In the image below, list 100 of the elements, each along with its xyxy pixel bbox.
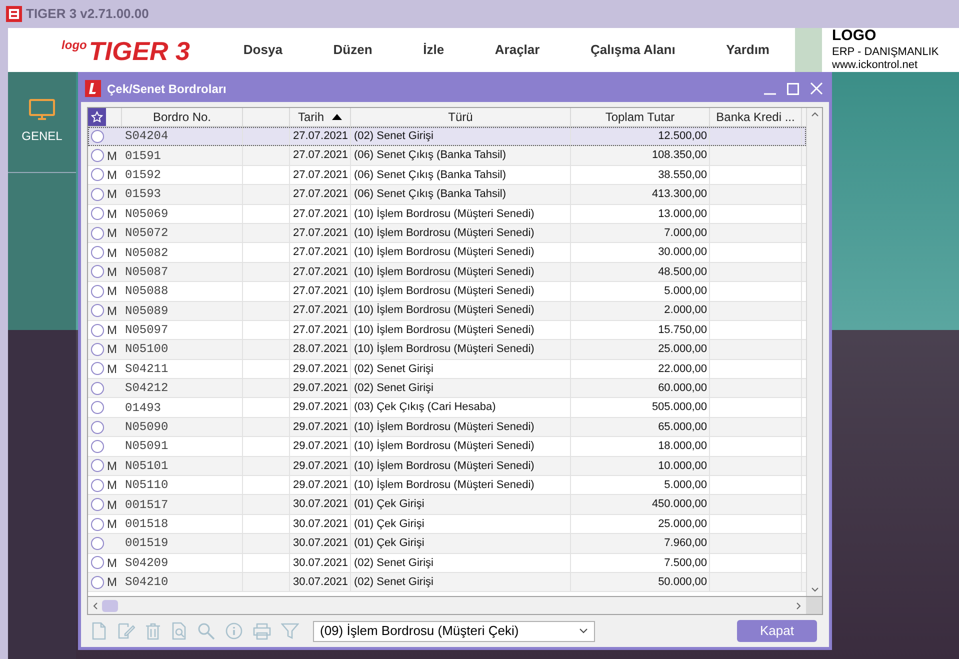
table-cell-text: 27.07.2021 [293, 148, 348, 164]
table-row[interactable]: M 001518 30.07.2021 (01) Çek Girişi 25.000,00 [88, 514, 806, 534]
table-row[interactable]: S04212 29.07.2021 (02) Senet Girişi 60.000,00 [88, 379, 806, 398]
row-checkbox[interactable] [90, 304, 104, 318]
row-checkbox[interactable] [90, 440, 104, 453]
table-cell-text: (10) İşlem Bordrosu (Müşteri Senedi) [354, 478, 534, 493]
row-checkbox[interactable] [90, 149, 104, 162]
table-row[interactable]: M N05072 27.07.2021 (10) İşlem Bordrosu (Müşteri Senedi) 7.000,00 [88, 224, 806, 244]
menu-item[interactable]: İzle [423, 40, 444, 60]
row-checkbox[interactable] [90, 246, 104, 260]
table-cell-text: 5.000,00 [664, 478, 707, 493]
table-cell-text: M [107, 206, 117, 223]
table-cell-text: N05110 [125, 477, 168, 494]
dialog-app-icon [85, 80, 101, 97]
table-row[interactable]: M 01592 27.07.2021 (06) Senet Çıkış (Banka Tahsil) 38.550,00 [88, 166, 806, 186]
column-header[interactable]: Bordro No. [122, 108, 243, 126]
table-row[interactable]: M N05088 27.07.2021 (10) İşlem Bordrosu (Müşteri Senedi) 5.000,00 [88, 282, 806, 302]
table-row[interactable]: M N05110 29.07.2021 (10) İşlem Bordrosu (Müşteri Senedi) 5.000,00 [88, 476, 806, 496]
table-row[interactable]: N05090 29.07.2021 (10) İşlem Bordrosu (Müşteri Senedi) 65.000,00 [88, 418, 806, 438]
table-cell-text: M [107, 458, 117, 475]
scroll-up-icon[interactable] [810, 111, 818, 117]
table-row[interactable]: S04204 27.07.2021 (02) Senet Girişi 12.500,00 [88, 127, 806, 146]
row-checkbox[interactable] [90, 518, 104, 530]
table-cell-text: 30.07.2021 [293, 556, 348, 571]
table-row[interactable]: 01493 29.07.2021 (03) Çek Çıkış (Cari Hesaba) 505.000,00 [88, 398, 806, 418]
preview-icon[interactable] [171, 622, 187, 640]
column-header[interactable]: Banka Kredi ... [710, 108, 802, 126]
search-icon[interactable] [197, 622, 215, 640]
row-checkbox[interactable] [90, 382, 104, 395]
scroll-left-icon[interactable] [92, 602, 98, 610]
type-dropdown[interactable]: (09) İşlem Bordrosu (Müşteri Çeki) [313, 620, 595, 642]
table-cell-text: 001519 [125, 535, 168, 552]
column-header[interactable]: Tarih [290, 108, 351, 126]
table-row[interactable]: M N05069 27.07.2021 (10) İşlem Bordrosu (Müşteri Senedi) 13.000,00 [88, 204, 806, 224]
row-checkbox[interactable] [90, 498, 104, 512]
table-cell-text: M [107, 302, 117, 320]
table-cell-text: 2.000,00 [664, 303, 707, 318]
delete-icon[interactable] [145, 622, 161, 640]
table-row[interactable]: N05091 29.07.2021 (10) İşlem Bordrosu (Müşteri Senedi) 18.000,00 [88, 437, 806, 457]
table-cell-text: N05082 [125, 244, 168, 262]
table-row[interactable]: M 001517 30.07.2021 (01) Çek Girişi 450.000,00 [88, 495, 806, 515]
table-row[interactable]: 001519 30.07.2021 (01) Çek Girişi 7.960,00 [88, 534, 806, 554]
new-document-icon[interactable] [91, 622, 107, 640]
table-cell-text: M [107, 477, 117, 494]
table-row[interactable]: M S04211 29.07.2021 (02) Senet Girişi 22.000,00 [88, 360, 806, 380]
row-checkbox[interactable] [90, 207, 104, 220]
row-checkbox[interactable] [90, 188, 104, 201]
row-checkbox[interactable] [90, 401, 104, 414]
scroll-right-icon[interactable] [796, 602, 802, 610]
table-row[interactable]: M N05089 27.07.2021 (10) İşlem Bordrosu (Müşteri Senedi) 2.000,00 [88, 302, 806, 321]
filter-icon[interactable] [281, 622, 299, 640]
row-checkbox[interactable] [90, 459, 104, 472]
row-checkbox[interactable] [90, 284, 104, 298]
table-row[interactable]: M S04209 30.07.2021 (02) Senet Girişi 7.500,00 [88, 554, 806, 573]
row-checkbox[interactable] [90, 265, 104, 278]
print-icon[interactable] [253, 622, 271, 640]
star-icon [91, 111, 103, 123]
menu-item[interactable]: Çalışma Alanı [590, 40, 676, 60]
row-checkbox[interactable] [90, 536, 104, 550]
table-row[interactable]: M 01593 27.07.2021 (06) Senet Çıkış (Banka Tahsil) 413.300,00 [88, 185, 806, 205]
info-icon[interactable] [225, 622, 243, 640]
scroll-down-icon[interactable] [810, 587, 818, 593]
row-checkbox[interactable] [90, 342, 104, 356]
column-header[interactable]: Toplam Tutar [571, 108, 710, 126]
row-checkbox[interactable] [90, 576, 104, 589]
table-row[interactable]: M N05100 28.07.2021 (10) İşlem Bordrosu (Müşteri Senedi) 25.000,00 [88, 340, 806, 360]
table-cell-text: 27.07.2021 [293, 226, 348, 241]
column-header[interactable]: Türü [351, 108, 571, 126]
table-cell-text: 28.07.2021 [293, 342, 348, 358]
row-checkbox[interactable] [90, 362, 104, 376]
row-checkbox[interactable] [90, 478, 104, 492]
row-checkbox[interactable] [90, 556, 104, 570]
table-row[interactable]: M N05097 27.07.2021 (10) İşlem Bordrosu (Müşteri Senedi) 15.750,00 [88, 320, 806, 340]
table-cell-text: 29.07.2021 [293, 400, 348, 416]
company-website: www.ickontrol.net [832, 59, 919, 74]
row-checkbox[interactable] [90, 324, 104, 337]
row-checkbox[interactable] [90, 420, 104, 434]
vertical-scrollbar[interactable] [806, 108, 822, 596]
table-cell-text: M [107, 574, 117, 592]
maximize-icon[interactable] [787, 82, 799, 94]
table-row[interactable]: M N05082 27.07.2021 (10) İşlem Bordrosu (Müşteri Senedi) 30.000,00 [88, 243, 806, 263]
table-cell-text: 12.500,00 [658, 128, 707, 144]
row-checkbox[interactable] [90, 226, 104, 240]
edit-icon[interactable] [117, 622, 135, 640]
table-row[interactable]: M N05101 29.07.2021 (10) İşlem Bordrosu (Müşteri Senedi) 10.000,00 [88, 456, 806, 476]
table-cell-text: 001517 [125, 496, 168, 514]
table-cell-text: 29.07.2021 [293, 420, 348, 435]
row-checkbox[interactable] [90, 168, 104, 182]
scrollbar-thumb[interactable] [102, 600, 118, 612]
favorites-header[interactable] [88, 108, 106, 126]
close-icon[interactable] [810, 82, 823, 95]
table-row[interactable]: M N05087 27.07.2021 (10) İşlem Bordrosu (Müşteri Senedi) 48.500,00 [88, 262, 806, 282]
row-checkbox[interactable] [90, 130, 104, 143]
menu-item[interactable]: Düzen [333, 40, 372, 60]
menu-item[interactable]: Yardım [726, 40, 770, 60]
table-cell-text: 25.000,00 [658, 516, 707, 532]
table-row[interactable]: M S04210 30.07.2021 (02) Senet Girişi 50.000,00 [88, 572, 806, 592]
menu-item[interactable]: Araçlar [494, 40, 540, 60]
menu-item[interactable]: Dosya [243, 40, 282, 60]
table-row[interactable]: M 01591 27.07.2021 (06) Senet Çıkış (Banka Tahsil) 108.350,00 [88, 146, 806, 166]
